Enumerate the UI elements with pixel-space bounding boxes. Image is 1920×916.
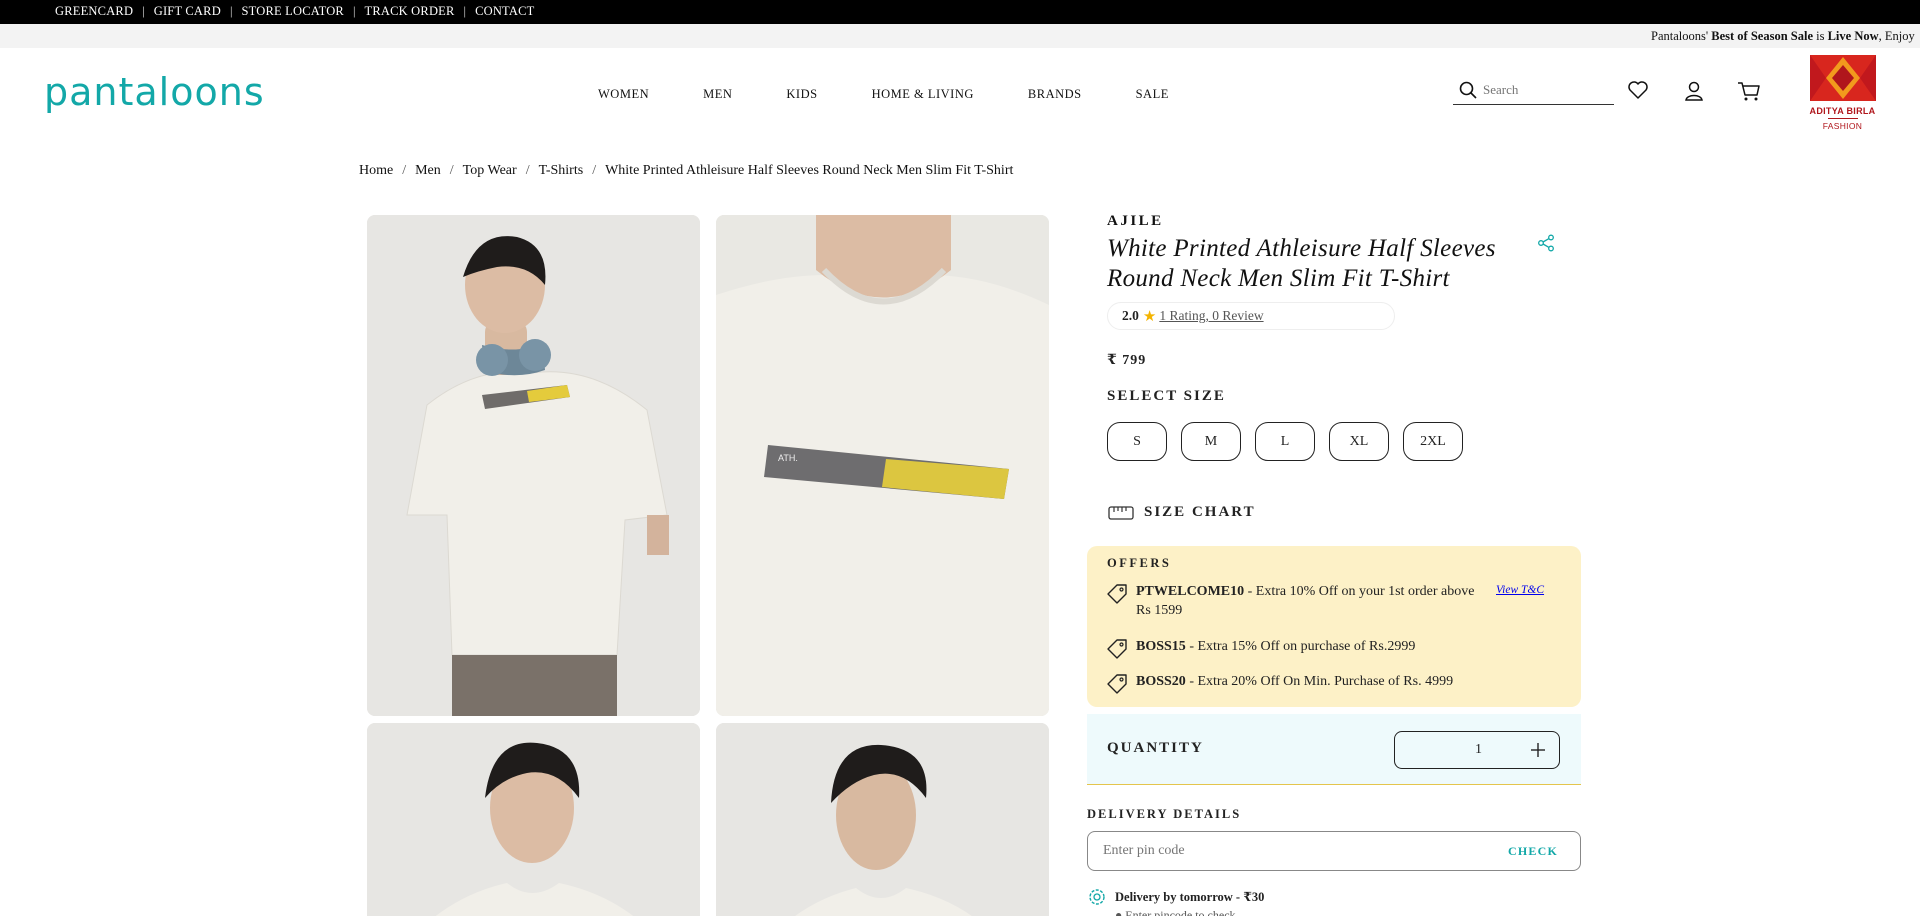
- breadcrumb-t-shirts[interactable]: T-Shirts: [539, 163, 584, 179]
- offer-item: BOSS20 - Extra 20% Off On Min. Purchase …: [1106, 672, 1486, 694]
- ratings-reviews-link[interactable]: 1 Rating, 0 Review: [1159, 308, 1263, 324]
- product-image-2[interactable]: ATH.: [716, 215, 1049, 716]
- size-option-2xl[interactable]: 2XL: [1403, 422, 1463, 461]
- separator: |: [142, 4, 145, 18]
- check-button[interactable]: CHECK: [1508, 844, 1558, 859]
- offer-item: BOSS15 - Extra 15% Off on purchase of Rs…: [1106, 637, 1486, 659]
- offer-item: PTWELCOME10 - Extra 10% Off on your 1st …: [1106, 582, 1544, 620]
- size-option-xl[interactable]: XL: [1329, 422, 1389, 461]
- size-option-s[interactable]: S: [1107, 422, 1167, 461]
- rating-badge: 2.0 ★ 1 Rating, 0 Review: [1107, 302, 1395, 330]
- nav-women[interactable]: WOMEN: [598, 87, 649, 102]
- quantity-label: QUANTITY: [1107, 740, 1204, 756]
- product-photo-closeup: ATH.: [716, 215, 1049, 716]
- nav-kids[interactable]: KIDS: [786, 87, 817, 102]
- separator: |: [352, 4, 356, 18]
- delivery-details-heading: DELIVERY DETAILS: [1087, 807, 1242, 821]
- nav-sale[interactable]: SALE: [1136, 87, 1169, 102]
- search-input[interactable]: [1483, 82, 1603, 98]
- select-size-label: SELECT SIZE: [1107, 388, 1226, 404]
- delivery-gear-icon: [1089, 889, 1105, 905]
- product-image-3[interactable]: [367, 723, 700, 916]
- pincode-input[interactable]: [1103, 843, 1483, 859]
- product-image-4[interactable]: [716, 723, 1049, 916]
- wishlist-heart-icon[interactable]: [1627, 80, 1649, 100]
- product-brand[interactable]: AJILE: [1107, 213, 1164, 230]
- quantity-stepper[interactable]: 1: [1394, 731, 1560, 769]
- nav-brands[interactable]: BRANDS: [1028, 87, 1082, 102]
- shirt-print-text: ATH.: [778, 453, 798, 463]
- offers-heading: OFFERS: [1107, 556, 1172, 570]
- offer-code: PTWELCOME10: [1136, 584, 1245, 599]
- separator: |: [229, 4, 233, 18]
- delivery-estimate: Delivery by tomorrow - ₹30: [1087, 887, 1264, 907]
- gift-card-link[interactable]: GIFT CARD: [154, 4, 221, 19]
- utility-links: GREENCARD | GIFT CARD | STORE LOCATOR | …: [55, 4, 535, 19]
- offers-panel: OFFERS PTWELCOME10 - Extra 10% Off on yo…: [1087, 546, 1581, 707]
- tag-icon: [1107, 584, 1127, 604]
- product-title: White Printed Athleisure Half Sleeves Ro…: [1107, 235, 1496, 292]
- rating-value: 2.0: [1122, 308, 1139, 323]
- breadcrumb-separator: /: [449, 163, 454, 178]
- announcement-bar: Pantaloons' Best of Season Sale is Live …: [0, 24, 1920, 48]
- offer-text: BOSS15 - Extra 15% Off on purchase of Rs…: [1136, 639, 1416, 654]
- pincode-field: CHECK: [1087, 831, 1581, 871]
- product-price: ₹ 799: [1107, 353, 1147, 368]
- aditya-birla-name: ADITYA BIRLA: [1809, 106, 1876, 116]
- greencard-link[interactable]: GREENCARD: [55, 4, 133, 19]
- ruler-icon: [1108, 505, 1134, 520]
- size-chart-button[interactable]: SIZE CHART: [1108, 504, 1256, 521]
- logo-divider: [1827, 118, 1858, 119]
- size-chart-label: SIZE CHART: [1144, 504, 1256, 520]
- offer-code: BOSS20: [1136, 674, 1186, 689]
- star-icon: ★: [1142, 308, 1157, 325]
- quantity-section: QUANTITY 1: [1087, 714, 1581, 785]
- announcement-text: Pantaloons' Best of Season Sale is Live …: [1651, 29, 1915, 43]
- tag-icon: [1107, 639, 1127, 659]
- nav-men[interactable]: MEN: [703, 87, 732, 102]
- search-bar[interactable]: [1453, 76, 1614, 105]
- offer-code: BOSS15: [1136, 639, 1186, 654]
- product-photo-model-front: [367, 215, 700, 716]
- offer-text: BOSS20 - Extra 20% Off On Min. Purchase …: [1136, 674, 1454, 689]
- nav-home-living[interactable]: HOME & LIVING: [872, 87, 974, 102]
- track-order-link[interactable]: TRACK ORDER: [364, 4, 454, 19]
- breadcrumb-current: White Printed Athleisure Half Sleeves Ro…: [605, 163, 1014, 178]
- quantity-value: 1: [1475, 742, 1482, 757]
- contact-link[interactable]: CONTACT: [475, 4, 534, 19]
- breadcrumb-men[interactable]: Men: [415, 163, 441, 179]
- breadcrumb-separator: /: [592, 163, 597, 178]
- store-locator-link[interactable]: STORE LOCATOR: [241, 4, 344, 19]
- utility-bar: GREENCARD | GIFT CARD | STORE LOCATOR | …: [0, 0, 1920, 24]
- delivery-estimate-text: Delivery by tomorrow - ₹30: [1115, 890, 1265, 904]
- breadcrumb-separator: /: [525, 163, 530, 178]
- share-icon[interactable]: [1537, 234, 1555, 252]
- cart-icon[interactable]: [1737, 80, 1761, 102]
- aditya-birla-logo[interactable]: ADITYA BIRLA FASHION: [1806, 55, 1879, 135]
- separator: |: [463, 4, 467, 18]
- size-option-m[interactable]: M: [1181, 422, 1241, 461]
- breadcrumb-separator: /: [402, 163, 407, 178]
- view-tc-link[interactable]: View T&C: [1496, 581, 1544, 620]
- offer-text: PTWELCOME10 - Extra 10% Off on your 1st …: [1136, 584, 1475, 618]
- plus-icon[interactable]: [1530, 742, 1546, 758]
- product-image-1[interactable]: [367, 215, 700, 716]
- aditya-birla-fashion: FASHION: [1822, 121, 1863, 131]
- product-photo-model-side: [716, 723, 1049, 916]
- delivery-subtext: ● Enter pincode to check: [1115, 908, 1236, 916]
- aditya-birla-emblem-icon: [1809, 55, 1876, 101]
- pantaloons-logo[interactable]: pantaloons: [44, 70, 265, 114]
- size-options: S M L XL 2XL: [1107, 422, 1477, 461]
- breadcrumb-top-wear[interactable]: Top Wear: [463, 163, 517, 179]
- tag-icon: [1107, 674, 1127, 694]
- search-icon: [1459, 81, 1477, 99]
- product-photo-model-straight: [367, 723, 700, 916]
- breadcrumb-home[interactable]: Home: [359, 163, 393, 179]
- main-nav: WOMEN MEN KIDS HOME & LIVING BRANDS SALE: [598, 87, 1223, 102]
- account-user-icon[interactable]: [1683, 80, 1705, 102]
- size-option-l[interactable]: L: [1255, 422, 1315, 461]
- breadcrumb: Home / Men / Top Wear / T-Shirts / White…: [359, 163, 1013, 179]
